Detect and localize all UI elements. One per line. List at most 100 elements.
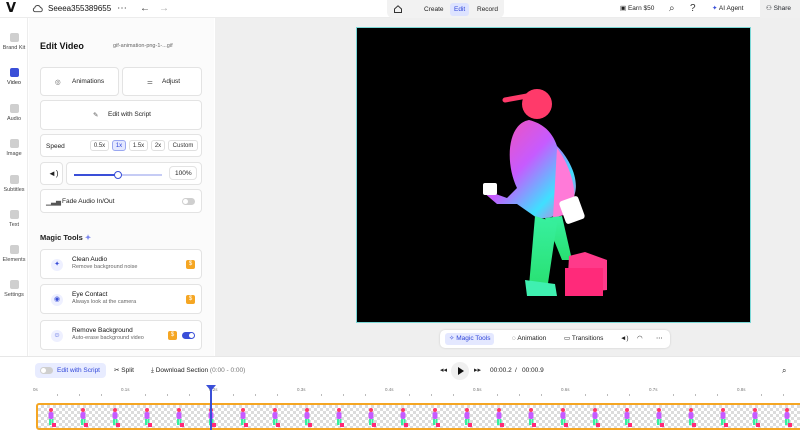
- ruler-tick: [431, 394, 432, 396]
- mode-edit[interactable]: Edit: [450, 3, 470, 16]
- mode-record[interactable]: Record: [473, 3, 502, 16]
- frame-thumbnail: [80, 408, 88, 427]
- skip-back-icon[interactable]: ◂◂: [440, 363, 447, 378]
- ellipsis-icon[interactable]: ⋯: [117, 3, 127, 14]
- search-icon[interactable]: ⌕: [669, 3, 675, 14]
- speed-1x[interactable]: 1x: [112, 140, 126, 151]
- frame-thumbnail: [528, 408, 536, 427]
- magic-tools-button[interactable]: ✧ Magic Tools: [445, 333, 495, 345]
- sparkle-icon: ✦: [712, 5, 718, 12]
- frame-thumbnail: [240, 408, 248, 427]
- remove-background-toggle[interactable]: [182, 332, 195, 339]
- script-toggle[interactable]: [40, 367, 53, 374]
- ruler-tick: [673, 394, 674, 396]
- volume-value-field[interactable]: 100%: [169, 166, 197, 180]
- app-logo[interactable]: V: [6, 1, 16, 16]
- nav-subtitles[interactable]: Subtitles: [0, 175, 28, 193]
- speed-custom[interactable]: Custom: [168, 140, 198, 151]
- frame-thumbnail: [784, 408, 792, 427]
- settings-icon: [9, 280, 19, 289]
- brand-kit-icon: [9, 33, 19, 42]
- video-preview[interactable]: [356, 27, 751, 323]
- tool-remove-background[interactable]: ☺ Remove Background Auto-erase backgroun…: [40, 320, 202, 350]
- frame-thumbnail: [400, 408, 408, 427]
- ruler-tick: [783, 394, 784, 396]
- ruler-tick: [79, 394, 80, 396]
- nav-settings[interactable]: Settings: [0, 280, 28, 298]
- nav-audio[interactable]: Audio: [0, 104, 28, 122]
- fade-icon: ▁▃▅: [46, 199, 61, 206]
- redo-icon[interactable]: →: [159, 3, 169, 14]
- pencil-icon: ✎: [93, 112, 99, 119]
- playhead[interactable]: [210, 386, 212, 430]
- undo-icon[interactable]: ←: [140, 3, 150, 14]
- tool-clean-audio[interactable]: ✦ Clean Audio Remove background noise $: [40, 249, 202, 279]
- speed-2x[interactable]: 2x: [151, 140, 165, 151]
- video-track[interactable]: [36, 403, 800, 430]
- frame-thumbnail: [368, 408, 376, 427]
- ruler-tick: [585, 394, 586, 396]
- nav-video[interactable]: Video: [0, 68, 28, 86]
- sparkle-icon: ✦: [84, 233, 92, 242]
- play-button[interactable]: [451, 362, 469, 380]
- ruler-label: 0.3s: [297, 387, 306, 392]
- tool-eye-contact[interactable]: ◉ Eye Contact Always look at the camera …: [40, 284, 202, 314]
- ruler-tick: [541, 394, 542, 396]
- nav-elements[interactable]: Elements: [0, 245, 28, 263]
- nav-text[interactable]: Text: [0, 210, 28, 228]
- earn-button[interactable]: ▣ Earn $50: [620, 3, 654, 15]
- audio-icon: [9, 104, 19, 113]
- ai-agent-button[interactable]: ✦ AI Agent: [712, 3, 743, 15]
- panel-title: Edit Video: [40, 41, 84, 51]
- frame-thumbnail: [176, 408, 184, 427]
- home-icon[interactable]: [393, 4, 403, 14]
- edit-with-script-toggle[interactable]: Edit with Script: [35, 363, 106, 378]
- project-name[interactable]: Seeea355389655: [48, 4, 111, 13]
- ruler-tick: [277, 394, 278, 396]
- adjust-button[interactable]: ⚌ Adjust: [122, 67, 202, 96]
- ruler-tick: [57, 394, 58, 396]
- split-button[interactable]: ✂ Split: [114, 363, 134, 378]
- current-time: 00:00.2: [490, 367, 512, 374]
- more-options-icon[interactable]: ⋯: [652, 333, 667, 345]
- speed-1.5x[interactable]: 1.5x: [129, 140, 148, 151]
- frame-thumbnail: [336, 408, 344, 427]
- subtitles-icon: [9, 175, 19, 184]
- speed-gauge-icon[interactable]: ◠: [633, 333, 647, 345]
- volume-mute-button[interactable]: ◄): [40, 162, 63, 185]
- download-section-button[interactable]: ⤓ Download Section (0:00 - 0:00): [151, 363, 245, 378]
- fade-audio-toggle[interactable]: [182, 198, 195, 205]
- nav-brand-kit[interactable]: Brand Kit: [0, 33, 28, 51]
- animation-button[interactable]: ◌ Animation: [508, 333, 550, 345]
- edit-video-panel: Edit Video gif-animation-png-1-...gif ◎ …: [29, 18, 214, 356]
- edit-with-script-button[interactable]: ✎ Edit with Script: [40, 100, 202, 130]
- top-bar: V Seeea355389655 ⋯ ← → Create Edit Recor…: [0, 0, 800, 18]
- download-icon: ⤓: [151, 367, 154, 374]
- zoom-icon[interactable]: ⌕: [782, 363, 786, 378]
- volume-slider-knob[interactable]: [114, 171, 122, 179]
- frame-thumbnail: [592, 408, 600, 427]
- total-time: 00:00.9: [522, 367, 544, 374]
- ruler-tick: [453, 394, 454, 396]
- ruler-tick: [629, 394, 630, 396]
- nav-image[interactable]: Image: [0, 139, 28, 157]
- frame-thumbnail: [464, 408, 472, 427]
- gift-icon: ▣: [620, 5, 627, 12]
- skip-forward-icon[interactable]: ▸▸: [474, 363, 481, 378]
- ruler-tick: [365, 394, 366, 396]
- frame-thumbnail: [688, 408, 696, 427]
- ruler-tick: [255, 394, 256, 396]
- ruler-tick: [167, 394, 168, 396]
- mode-create[interactable]: Create: [420, 3, 448, 16]
- help-icon[interactable]: ?: [690, 3, 696, 14]
- speed-0.5x[interactable]: 0.5x: [90, 140, 109, 151]
- volume-icon[interactable]: ◄): [616, 333, 633, 345]
- canvas-toolbar: ✧ Magic Tools ◌ Animation ▭ Transitions …: [440, 330, 670, 348]
- transitions-button[interactable]: ▭ Transitions: [560, 333, 607, 345]
- animations-button[interactable]: ◎ Animations: [40, 67, 119, 96]
- sparkle-icon: ✦: [51, 259, 63, 271]
- share-button[interactable]: ⚇ Share: [760, 0, 800, 18]
- speed-label: Speed: [46, 143, 65, 150]
- eye-icon: ◉: [51, 294, 63, 306]
- video-icon: [9, 68, 19, 77]
